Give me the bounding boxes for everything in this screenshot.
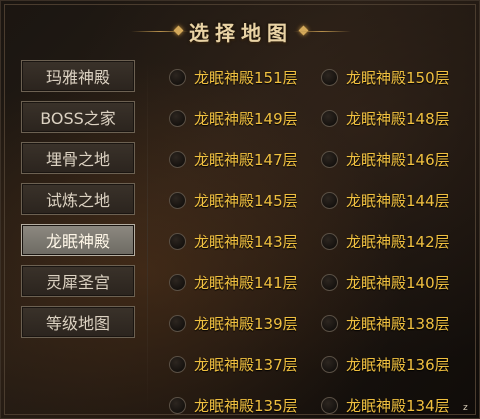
radio-icon[interactable]: [169, 150, 186, 168]
radio-icon[interactable]: [321, 191, 338, 209]
radio-icon[interactable]: [321, 150, 338, 168]
radio-icon[interactable]: [321, 68, 338, 86]
level-option[interactable]: 龙眠神殿150层: [321, 65, 450, 89]
level-row: 龙眠神殿143层 龙眠神殿142层: [159, 225, 459, 266]
level-label: 龙眠神殿134层: [346, 396, 450, 415]
level-row: 龙眠神殿135层 龙眠神殿134层: [159, 389, 459, 418]
level-label: 龙眠神殿140层: [346, 273, 450, 292]
category-button-boss-home[interactable]: BOSS之家: [21, 101, 135, 133]
radio-icon[interactable]: [321, 396, 338, 414]
level-option[interactable]: 龙眠神殿144层: [321, 188, 450, 212]
title-diamond-left-icon: [173, 25, 184, 36]
level-row: 龙眠神殿149层 龙眠神殿148层: [159, 102, 459, 143]
radio-icon[interactable]: [169, 355, 186, 373]
level-label: 龙眠神殿136层: [346, 355, 450, 374]
category-button-level-map[interactable]: 等级地图: [21, 306, 135, 338]
level-label: 龙眠神殿151层: [194, 68, 298, 87]
level-option[interactable]: 龙眠神殿148层: [321, 106, 450, 130]
radio-icon[interactable]: [169, 109, 186, 127]
radio-icon[interactable]: [169, 68, 186, 86]
level-option[interactable]: 龙眠神殿136层: [321, 352, 450, 376]
radio-icon[interactable]: [169, 232, 186, 250]
level-row: 龙眠神殿137层 龙眠神殿136层: [159, 348, 459, 389]
level-list[interactable]: 龙眠神殿151层 龙眠神殿150层 龙眠神殿149层 龙眠神殿148层 龙眠神殿…: [159, 61, 459, 418]
level-label: 龙眠神殿147层: [194, 150, 298, 169]
level-label: 龙眠神殿137层: [194, 355, 298, 374]
radio-icon[interactable]: [321, 232, 338, 250]
radio-icon[interactable]: [169, 314, 186, 332]
level-label: 龙眠神殿149层: [194, 109, 298, 128]
level-row: 龙眠神殿141层 龙眠神殿140层: [159, 266, 459, 307]
level-label: 龙眠神殿142层: [346, 232, 450, 251]
level-option[interactable]: 龙眠神殿137层: [169, 352, 298, 376]
level-option[interactable]: 龙眠神殿140层: [321, 270, 450, 294]
level-label: 龙眠神殿139层: [194, 314, 298, 333]
level-label: 龙眠神殿145层: [194, 191, 298, 210]
column-divider: [147, 61, 148, 413]
level-label: 龙眠神殿148层: [346, 109, 450, 128]
category-button-burial-ground[interactable]: 埋骨之地: [21, 142, 135, 174]
title-ornament-right: [293, 31, 351, 32]
radio-icon[interactable]: [321, 109, 338, 127]
category-button-trial-ground[interactable]: 试炼之地: [21, 183, 135, 215]
level-option[interactable]: 龙眠神殿141层: [169, 270, 298, 294]
level-option[interactable]: 龙眠神殿145层: [169, 188, 298, 212]
level-option[interactable]: 龙眠神殿146层: [321, 147, 450, 171]
level-option[interactable]: 龙眠神殿134层: [321, 393, 450, 417]
map-select-panel: 选择地图 玛雅神殿 BOSS之家 埋骨之地 试炼之地 龙眠神殿 灵犀圣宫 等级地…: [0, 0, 480, 419]
category-button-maya-temple[interactable]: 玛雅神殿: [21, 60, 135, 92]
level-option[interactable]: 龙眠神殿138层: [321, 311, 450, 335]
level-label: 龙眠神殿143层: [194, 232, 298, 251]
category-button-lingxi-palace[interactable]: 灵犀圣宫: [21, 265, 135, 297]
radio-icon[interactable]: [169, 396, 186, 414]
panel-title: 选择地图: [189, 20, 293, 45]
level-label: 龙眠神殿138层: [346, 314, 450, 333]
level-option[interactable]: 龙眠神殿143层: [169, 229, 298, 253]
scroll-handle-icon[interactable]: z: [463, 402, 473, 414]
level-option[interactable]: 龙眠神殿139层: [169, 311, 298, 335]
level-label: 龙眠神殿141层: [194, 273, 298, 292]
radio-icon[interactable]: [321, 273, 338, 291]
map-category-sidebar: 玛雅神殿 BOSS之家 埋骨之地 试炼之地 龙眠神殿 灵犀圣宫 等级地图: [21, 60, 139, 347]
radio-icon[interactable]: [169, 191, 186, 209]
level-row: 龙眠神殿139层 龙眠神殿138层: [159, 307, 459, 348]
level-row: 龙眠神殿145层 龙眠神殿144层: [159, 184, 459, 225]
level-option[interactable]: 龙眠神殿147层: [169, 147, 298, 171]
category-button-dragon-sleep-temple[interactable]: 龙眠神殿: [21, 224, 135, 256]
level-option[interactable]: 龙眠神殿149层: [169, 106, 298, 130]
level-option[interactable]: 龙眠神殿151层: [169, 65, 298, 89]
radio-icon[interactable]: [321, 355, 338, 373]
level-label: 龙眠神殿135层: [194, 396, 298, 415]
level-option[interactable]: 龙眠神殿135层: [169, 393, 298, 417]
level-label: 龙眠神殿144层: [346, 191, 450, 210]
panel-title-bar: 选择地图: [129, 13, 353, 49]
level-label: 龙眠神殿146层: [346, 150, 450, 169]
level-row: 龙眠神殿151层 龙眠神殿150层: [159, 61, 459, 102]
level-option[interactable]: 龙眠神殿142层: [321, 229, 450, 253]
level-row: 龙眠神殿147层 龙眠神殿146层: [159, 143, 459, 184]
level-label: 龙眠神殿150层: [346, 68, 450, 87]
radio-icon[interactable]: [169, 273, 186, 291]
radio-icon[interactable]: [321, 314, 338, 332]
